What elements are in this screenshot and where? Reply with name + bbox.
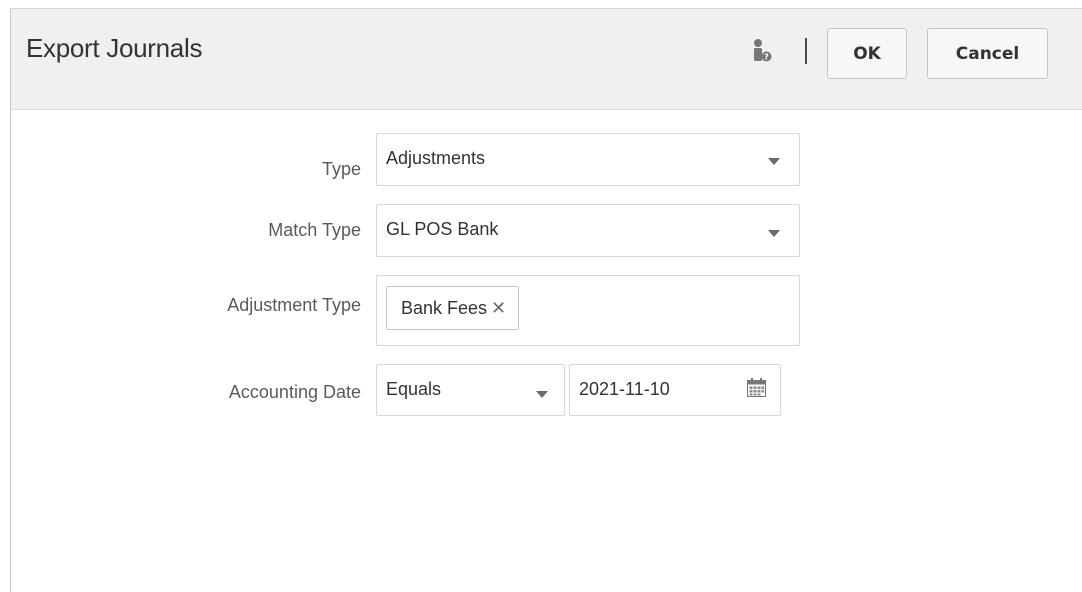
- match-type-select-value: GL POS Bank: [386, 219, 499, 239]
- type-select-value: Adjustments: [386, 148, 486, 168]
- cancel-button[interactable]: Cancel: [927, 28, 1048, 79]
- remove-chip-icon[interactable]: ✕: [491, 299, 506, 317]
- chevron-down-icon: [768, 230, 780, 237]
- svg-text:?: ?: [764, 53, 769, 62]
- chip-label: Bank Fees: [401, 297, 488, 318]
- dialog-title: Export Journals: [26, 33, 203, 63]
- export-journals-dialog: Export Journals ? OK Cancel Type Adjustm…: [10, 8, 1082, 592]
- chevron-down-icon: [536, 391, 548, 398]
- accounting-date-input[interactable]: 2021-11-10: [569, 364, 781, 416]
- dialog-header: Export Journals ? OK Cancel: [11, 9, 1082, 110]
- date-operator-select[interactable]: Equals: [376, 364, 565, 416]
- adjustment-type-label: Adjustment Type: [227, 295, 361, 315]
- calendar-icon[interactable]: [747, 378, 766, 397]
- accounting-date-value: 2021-11-10: [579, 379, 670, 399]
- chevron-down-icon: [768, 158, 780, 165]
- date-operator-value: Equals: [386, 379, 442, 399]
- type-label: Type: [321, 159, 361, 179]
- selected-chip-bank-fees: Bank Fees ✕: [386, 286, 520, 330]
- accounting-date-label: Accounting Date: [228, 382, 361, 402]
- ok-button[interactable]: OK: [827, 28, 907, 79]
- match-type-label: Match Type: [268, 220, 361, 240]
- toolbar-separator: [805, 38, 807, 64]
- user-help-icon[interactable]: ?: [751, 38, 773, 64]
- match-type-select[interactable]: GL POS Bank: [376, 204, 800, 257]
- type-select[interactable]: Adjustments: [376, 133, 800, 186]
- adjustment-type-multiselect[interactable]: Bank Fees ✕: [376, 275, 800, 346]
